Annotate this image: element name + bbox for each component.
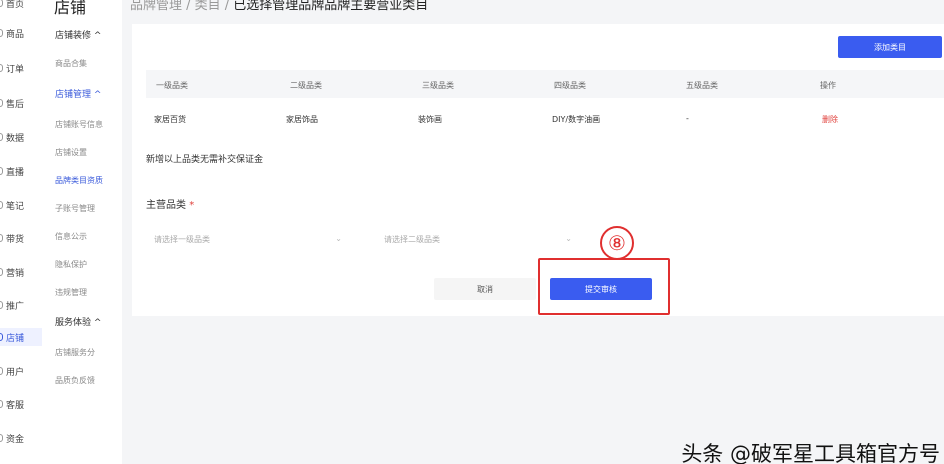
- funds-icon: [0, 434, 3, 442]
- cell-level4: DIY/数字油画: [552, 115, 601, 124]
- chevron-down-icon: ⌄: [565, 234, 572, 243]
- carry-goods-icon: [0, 234, 3, 242]
- nav-orders[interactable]: 订单: [0, 59, 42, 77]
- nav-carry-goods[interactable]: 带货: [0, 229, 42, 247]
- promotion-icon: [0, 301, 3, 309]
- nav-marketing[interactable]: 营销: [0, 263, 42, 281]
- sidebar-group-service[interactable]: 服务体验 ^: [55, 315, 101, 328]
- after-sales-icon: [0, 99, 3, 107]
- customer-service-icon: [0, 400, 3, 408]
- table-header: 一级品类 二级品类 三级品类 四级品类 五级品类 操作: [146, 70, 944, 98]
- cell-level5: -: [686, 114, 689, 123]
- main-category-label: 主营品类 *: [146, 200, 195, 211]
- cell-level3: 装饰画: [418, 115, 442, 124]
- highlight-box: [538, 258, 670, 315]
- sidebar-group-decoration[interactable]: 店铺装修 ^: [55, 28, 101, 41]
- add-category-button[interactable]: 添加类目: [838, 36, 942, 58]
- nav-promotion[interactable]: 推广: [0, 296, 42, 314]
- home-icon: [0, 0, 3, 7]
- nav-after-sales[interactable]: 售后: [0, 94, 42, 112]
- column-header: 三级品类: [422, 81, 454, 90]
- sidebar-item-privacy[interactable]: 隐私保护: [55, 259, 87, 270]
- sidebar-title: 店铺: [54, 0, 87, 17]
- sidebar-item-account-info[interactable]: 店铺账号信息: [55, 119, 103, 130]
- sidebar-item-public-info[interactable]: 信息公示: [55, 231, 87, 242]
- column-header: 五级品类: [686, 81, 718, 90]
- nav-data[interactable]: 数据: [0, 128, 42, 146]
- sidebar-item-shop-settings[interactable]: 店铺设置: [55, 147, 87, 158]
- column-header: 二级品类: [290, 81, 322, 90]
- level2-category-select[interactable]: 请选择二级品类 ⌄: [376, 228, 584, 250]
- column-header: 一级品类: [156, 81, 188, 90]
- marketing-icon: [0, 268, 3, 276]
- cancel-button[interactable]: 取消: [434, 278, 536, 300]
- shop-icon: [0, 333, 3, 341]
- delete-link[interactable]: 删除: [822, 114, 838, 125]
- nav-users[interactable]: 用户: [0, 362, 42, 380]
- users-icon: [0, 367, 3, 375]
- secondary-sidebar: 店铺 店铺装修 ^ 商品合集 店铺管理 ^ 店铺账号信息 店铺设置 品牌类目资质…: [42, 0, 122, 464]
- sidebar-item-service-score[interactable]: 店铺服务分: [55, 347, 95, 358]
- orders-icon: [0, 64, 3, 72]
- table-row: 家居百货 家居饰品 装饰画 DIY/数字油画 - 删除: [146, 104, 944, 134]
- sidebar-group-shop-management[interactable]: 店铺管理 ^: [55, 87, 101, 100]
- breadcrumb-current: 已选择管理品牌品牌主要营业类目: [233, 0, 429, 13]
- notes-icon: [0, 201, 3, 209]
- nav-products[interactable]: 商品: [0, 24, 42, 42]
- watermark: 头条 @破军星工具箱官方号: [681, 442, 940, 464]
- sidebar-item-quality-feedback[interactable]: 品质负反馈: [55, 375, 95, 386]
- nav-shop[interactable]: 店铺: [0, 328, 42, 346]
- level1-category-select[interactable]: 请选择一级品类 ⌄: [146, 228, 354, 250]
- nav-home[interactable]: 首页: [0, 0, 42, 12]
- data-icon: [0, 133, 3, 141]
- live-icon: [0, 167, 3, 175]
- sidebar-item-product-collection[interactable]: 商品合集: [55, 58, 87, 69]
- nav-funds[interactable]: 资金: [0, 429, 42, 447]
- nav-customer-service[interactable]: 客服: [0, 395, 42, 413]
- sidebar-item-sub-accounts[interactable]: 子账号管理: [55, 203, 95, 214]
- chevron-down-icon: ⌄: [335, 234, 342, 243]
- deposit-note: 新增以上品类无需补交保证金: [146, 155, 264, 165]
- primary-nav-rail: 首页 商品 订单 售后 数据 直播 笔记 带货 营销 推广 店铺 用户 客服 资…: [0, 0, 42, 464]
- column-header: 操作: [820, 81, 836, 90]
- products-icon: [0, 29, 3, 37]
- sidebar-item-brand-category[interactable]: 品牌类目资质: [55, 175, 103, 186]
- column-header: 四级品类: [554, 81, 586, 90]
- cell-level2: 家居饰品: [286, 115, 318, 124]
- cell-level1: 家居百货: [154, 115, 186, 124]
- breadcrumb-path[interactable]: 品牌管理 / 类目 /: [130, 0, 233, 13]
- sidebar-item-violations[interactable]: 违规管理: [55, 287, 87, 298]
- required-mark: *: [189, 200, 195, 211]
- nav-notes[interactable]: 笔记: [0, 196, 42, 214]
- breadcrumb: 品牌管理 / 类目 / 已选择管理品牌品牌主要营业类目: [130, 0, 428, 13]
- nav-live[interactable]: 直播: [0, 162, 42, 180]
- step-number-marker: ⑧: [600, 226, 634, 260]
